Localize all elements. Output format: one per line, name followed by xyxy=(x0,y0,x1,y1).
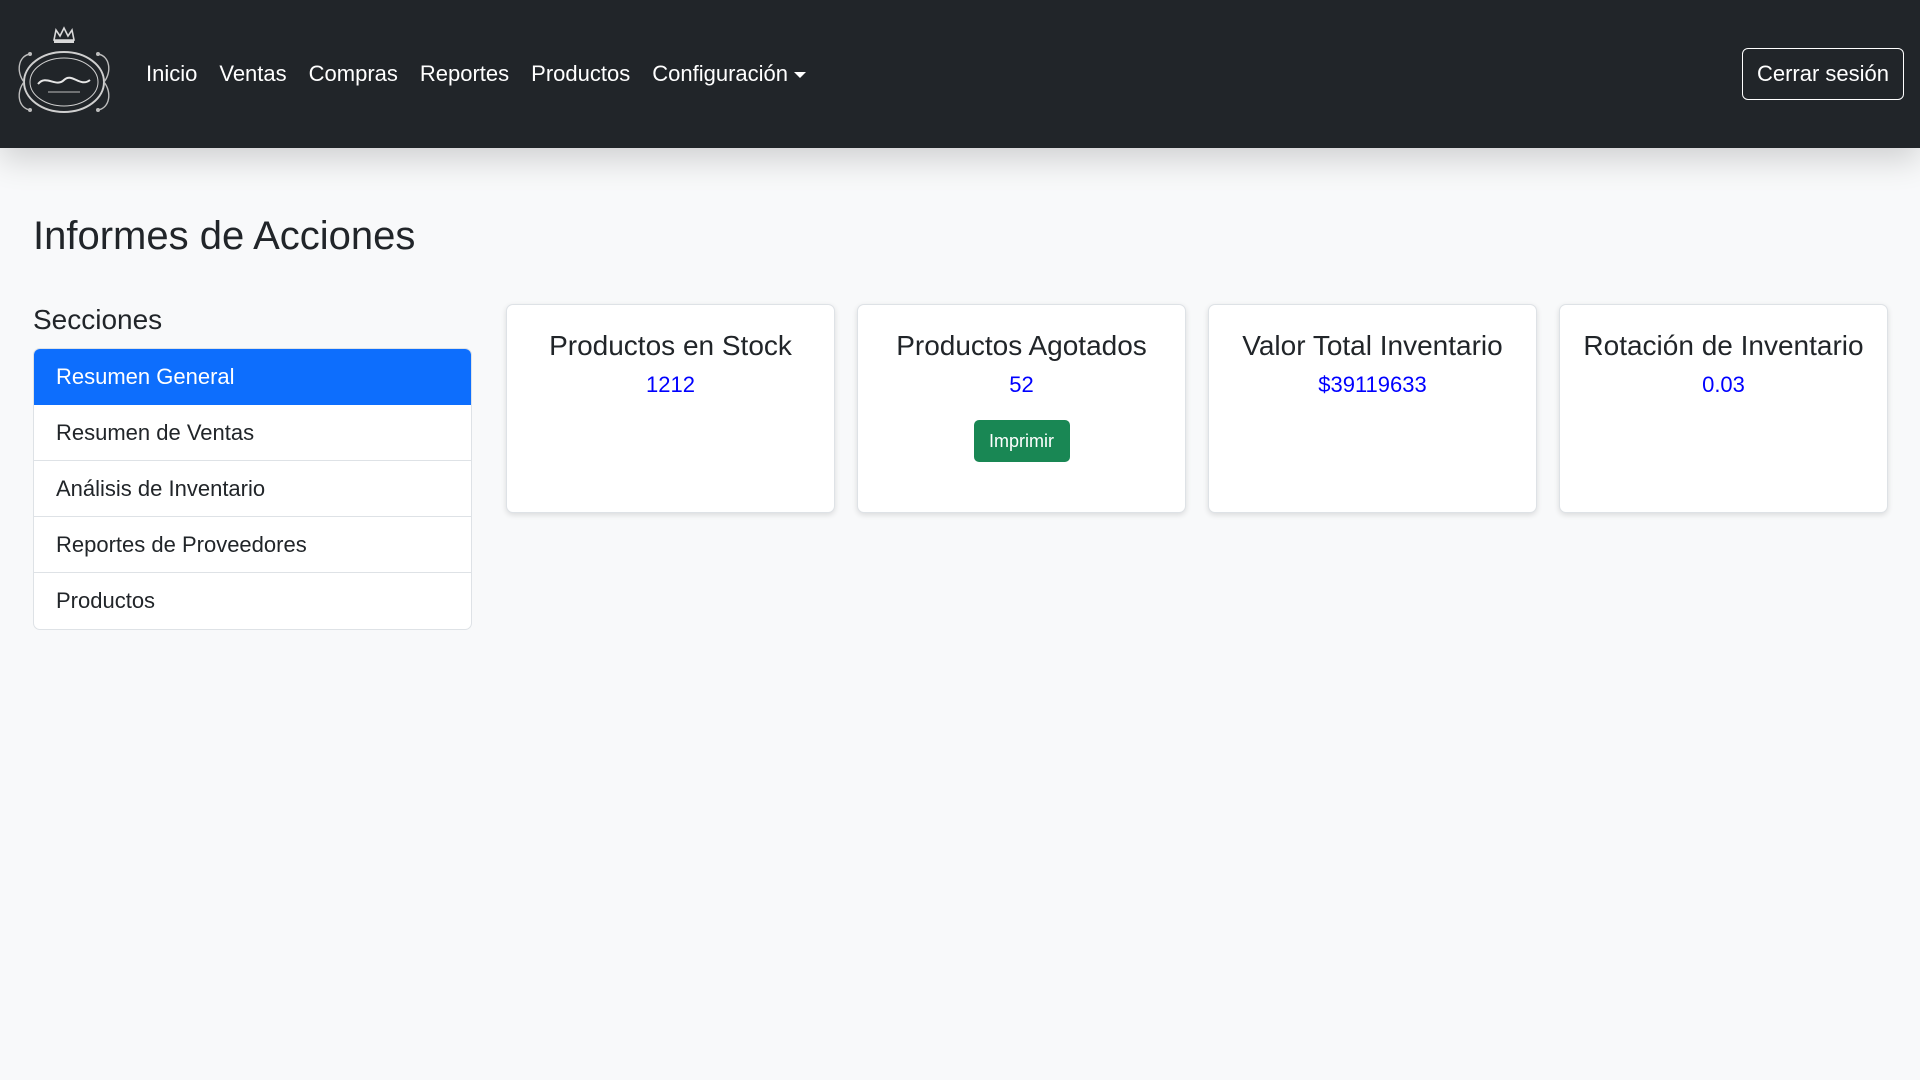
card-value: $39119633 xyxy=(1318,372,1427,397)
page-title: Informes de Acciones xyxy=(33,214,416,258)
sections-list: Resumen General Resumen de Ventas Anális… xyxy=(33,348,472,630)
logout-button[interactable]: Cerrar sesión xyxy=(1742,48,1904,100)
crown-crest-icon xyxy=(18,26,110,113)
nav-link-reportes[interactable]: Reportes xyxy=(420,61,509,87)
section-item-reportes-proveedores[interactable]: Reportes de Proveedores xyxy=(34,517,471,573)
card-value: 1212 xyxy=(646,372,695,397)
nav-link-inicio[interactable]: Inicio xyxy=(146,61,197,87)
card-valor-total-inventario: Valor Total Inventario $39119633 xyxy=(1208,304,1537,513)
card-value: 52 xyxy=(1009,372,1034,397)
card-title: Valor Total Inventario xyxy=(1242,330,1503,361)
sections-title: Secciones xyxy=(33,304,163,335)
top-navbar: Inicio Ventas Compras Reportes Productos… xyxy=(0,0,1920,148)
section-item-analisis-inventario[interactable]: Análisis de Inventario xyxy=(34,461,471,517)
section-item-productos[interactable]: Productos xyxy=(34,573,471,629)
nav-dropdown-configuracion[interactable]: Configuración xyxy=(652,61,806,87)
card-title: Productos en Stock xyxy=(549,330,792,361)
nav-links: Inicio Ventas Compras Reportes Productos… xyxy=(146,0,828,148)
card-rotacion-inventario: Rotación de Inventario 0.03 xyxy=(1559,304,1888,513)
card-productos-agotados: Productos Agotados 52 Imprimir xyxy=(857,304,1186,513)
caret-down-icon xyxy=(793,72,806,78)
nav-link-productos[interactable]: Productos xyxy=(531,61,630,87)
card-title: Rotación de Inventario xyxy=(1583,330,1864,361)
card-productos-stock: Productos en Stock 1212 xyxy=(506,304,835,513)
card-title: Productos Agotados xyxy=(896,330,1147,361)
section-item-resumen-general[interactable]: Resumen General xyxy=(34,349,471,405)
nav-link-compras[interactable]: Compras xyxy=(309,61,398,87)
section-item-resumen-ventas[interactable]: Resumen de Ventas xyxy=(34,405,471,461)
print-button[interactable]: Imprimir xyxy=(973,420,1070,462)
nav-dropdown-label: Configuración xyxy=(652,61,788,86)
card-value: 0.03 xyxy=(1702,372,1745,397)
nav-link-ventas[interactable]: Ventas xyxy=(219,61,286,87)
brand-logo[interactable] xyxy=(14,26,114,122)
